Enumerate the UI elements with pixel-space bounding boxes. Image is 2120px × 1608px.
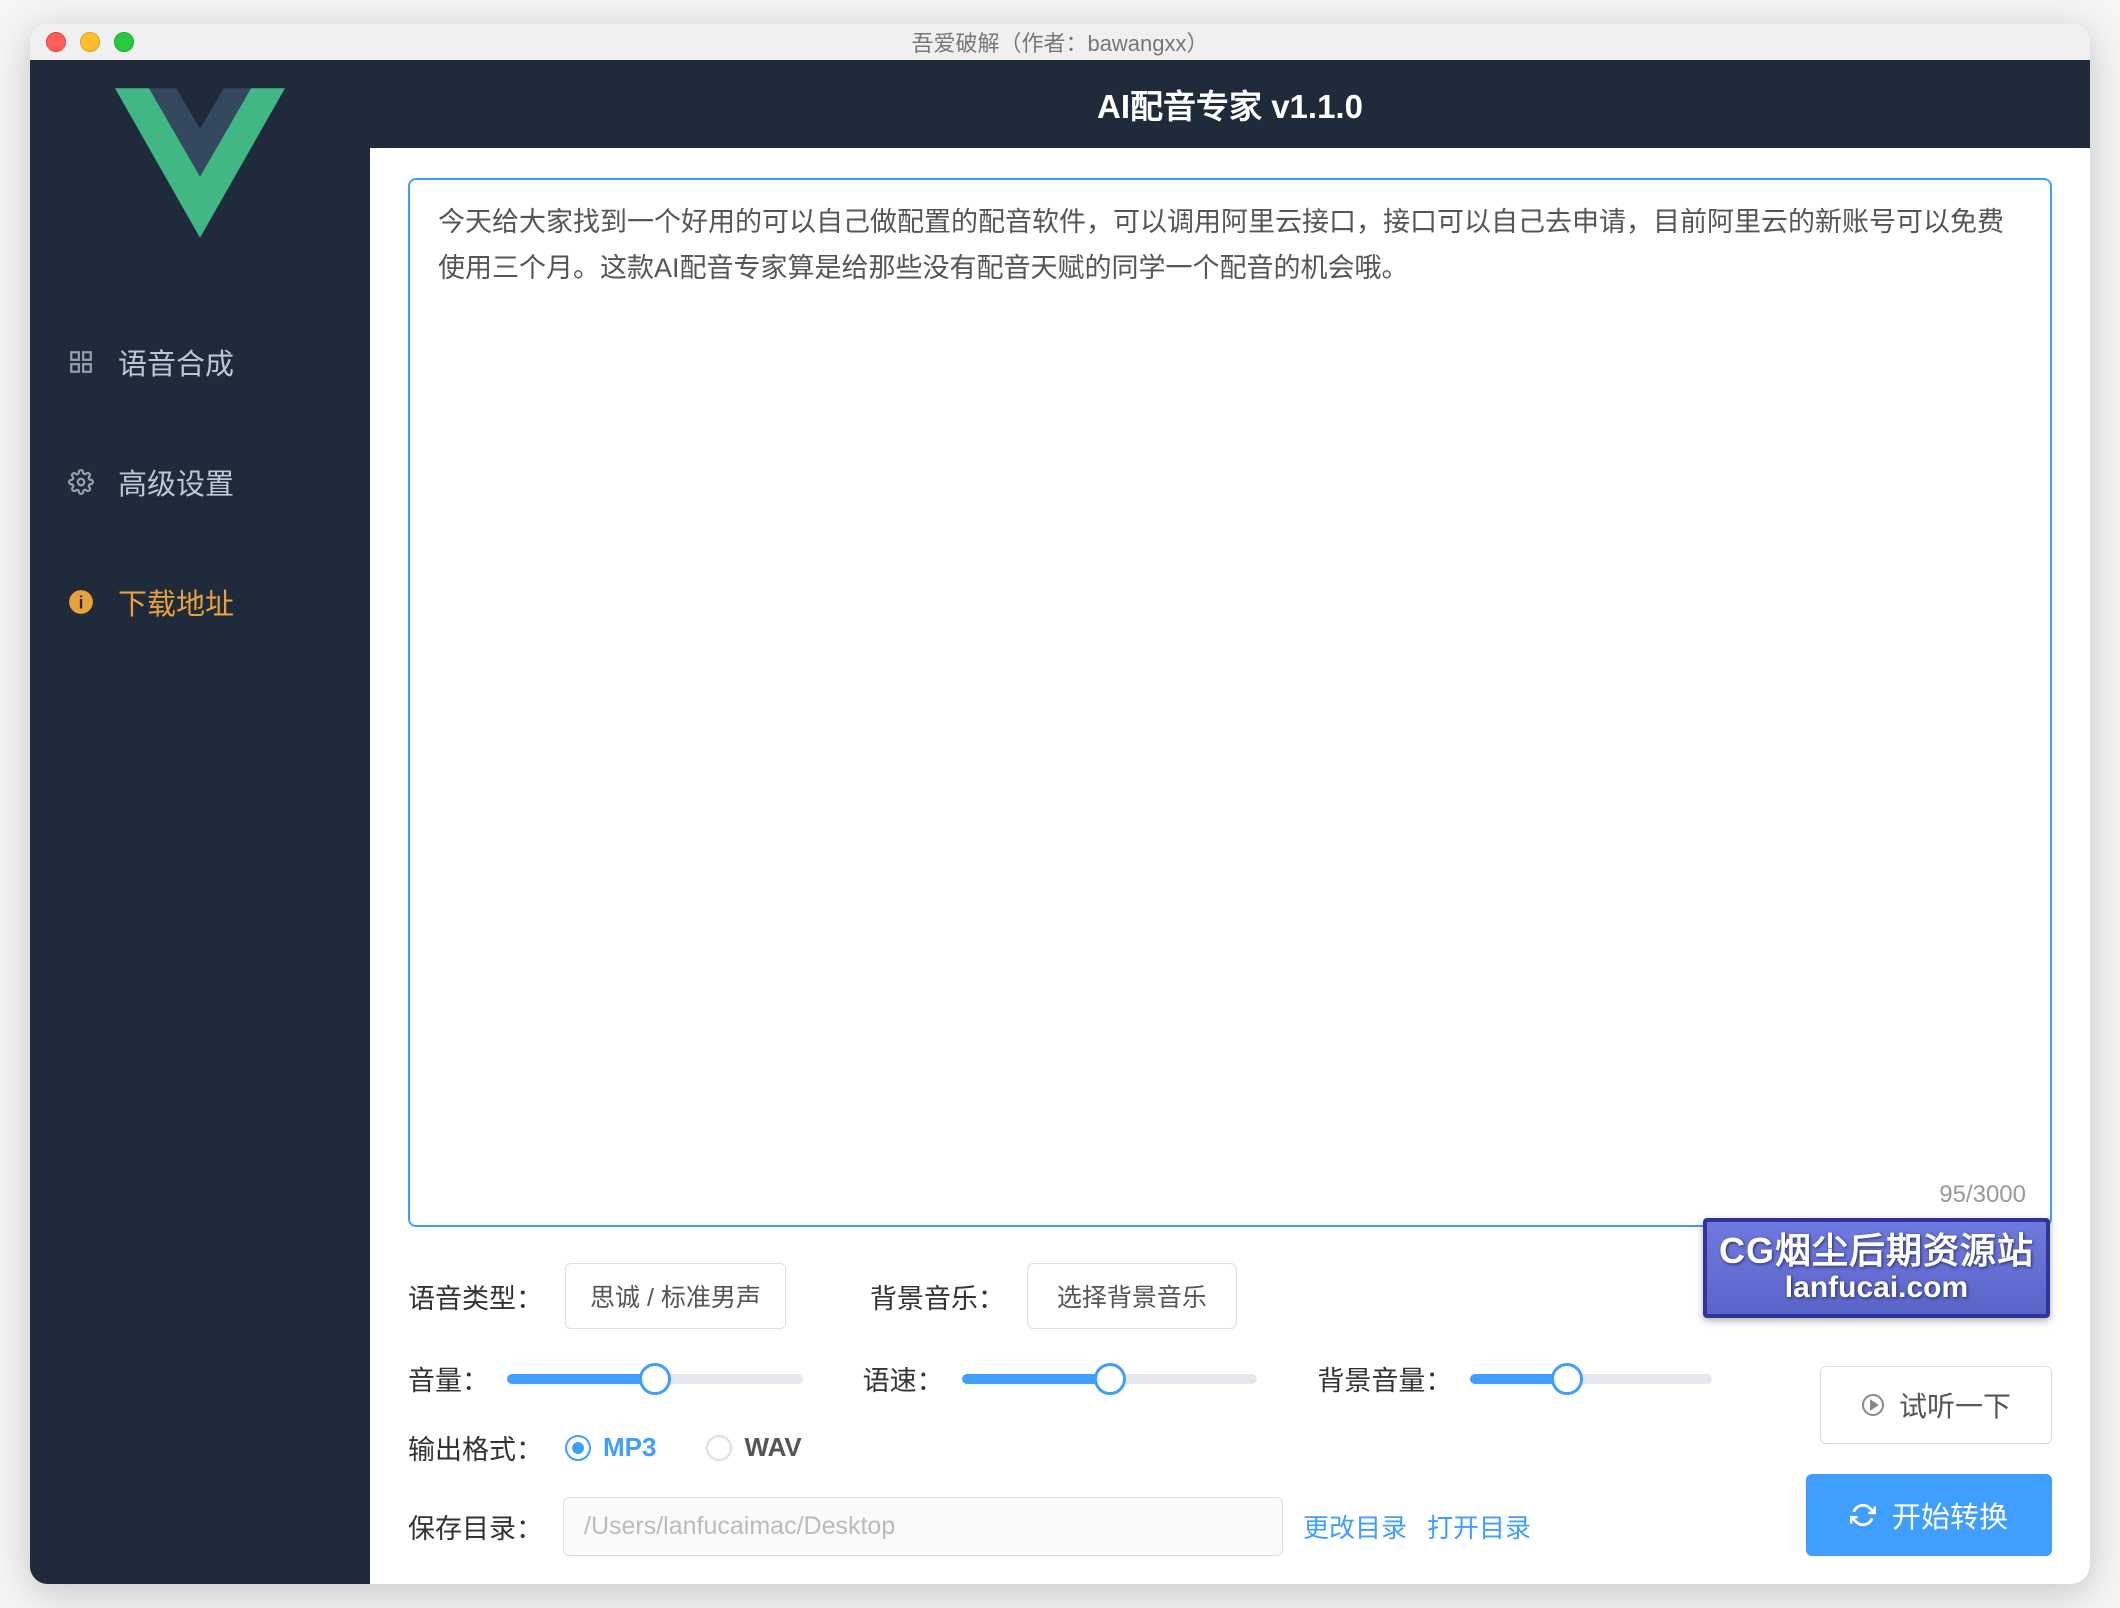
sidebar-item-download[interactable]: i 下载地址: [30, 563, 370, 641]
save-dir-input[interactable]: /Users/lanfucaimac/Desktop: [563, 1497, 1283, 1556]
bg-music-select[interactable]: 选择背景音乐: [1027, 1263, 1237, 1329]
bg-volume-slider[interactable]: [1470, 1374, 1712, 1384]
open-dir-button[interactable]: 打开目录: [1427, 1508, 1531, 1545]
volume-label: 音量：: [408, 1359, 489, 1398]
vue-logo-icon: [115, 88, 285, 238]
minimize-button[interactable]: [80, 32, 100, 52]
titlebar: 吾爱破解（作者：bawangxx）: [30, 24, 2090, 60]
refresh-icon: [1850, 1502, 1876, 1528]
voice-type-label: 语音类型：: [408, 1277, 543, 1316]
tts-textarea[interactable]: [438, 200, 2022, 1205]
save-dir-label: 保存目录：: [408, 1507, 543, 1546]
grid-icon: [66, 347, 96, 377]
main: AI配音专家 v1.1.0 95/3000 语音类型： 思诚 / 标准男声 背景…: [370, 60, 2090, 1584]
watermark: CG烟尘后期资源站 lanfucai.com: [1703, 1218, 2050, 1318]
maximize-button[interactable]: [114, 32, 134, 52]
body: 语音合成 高级设置 i 下载地址 AI配音专家 v1.1.0 95/3000: [30, 60, 2090, 1584]
format-label: 输出格式：: [408, 1428, 543, 1467]
radio-mp3[interactable]: MP3: [565, 1432, 656, 1463]
action-buttons: 试听一下 开始转换: [1806, 1366, 2052, 1556]
voice-type-select[interactable]: 思诚 / 标准男声: [565, 1263, 786, 1329]
convert-button[interactable]: 开始转换: [1806, 1474, 2052, 1556]
gear-icon: [66, 467, 96, 497]
svg-text:i: i: [79, 593, 84, 613]
text-editor: 95/3000: [408, 178, 2052, 1227]
app-window: 吾爱破解（作者：bawangxx） 语音合成 高级设置: [30, 24, 2090, 1584]
speed-slider[interactable]: [962, 1374, 1258, 1384]
page-title: AI配音专家 v1.1.0: [370, 60, 2090, 148]
change-dir-button[interactable]: 更改目录: [1303, 1508, 1407, 1545]
close-button[interactable]: [46, 32, 66, 52]
sidebar: 语音合成 高级设置 i 下载地址: [30, 60, 370, 1584]
vue-logo: [115, 88, 285, 243]
info-icon: i: [66, 587, 96, 617]
char-count: 95/3000: [1939, 1181, 2026, 1209]
sidebar-item-label: 下载地址: [118, 581, 234, 623]
sidebar-item-label: 语音合成: [118, 341, 234, 383]
play-icon: [1861, 1393, 1885, 1417]
content: 95/3000 语音类型： 思诚 / 标准男声 背景音乐： 选择背景音乐 音量：: [370, 148, 2090, 1584]
sidebar-item-tts[interactable]: 语音合成: [30, 323, 370, 401]
speed-label: 语速：: [863, 1359, 944, 1398]
sidebar-item-label: 高级设置: [118, 461, 234, 503]
window-title: 吾爱破解（作者：bawangxx）: [30, 26, 2090, 58]
bg-music-label: 背景音乐：: [870, 1277, 1005, 1316]
bg-volume-label: 背景音量：: [1317, 1359, 1452, 1398]
radio-wav[interactable]: WAV: [706, 1432, 801, 1463]
traffic-lights: [46, 32, 134, 52]
volume-slider[interactable]: [507, 1374, 803, 1384]
sidebar-item-advanced[interactable]: 高级设置: [30, 443, 370, 521]
preview-button[interactable]: 试听一下: [1820, 1366, 2052, 1444]
